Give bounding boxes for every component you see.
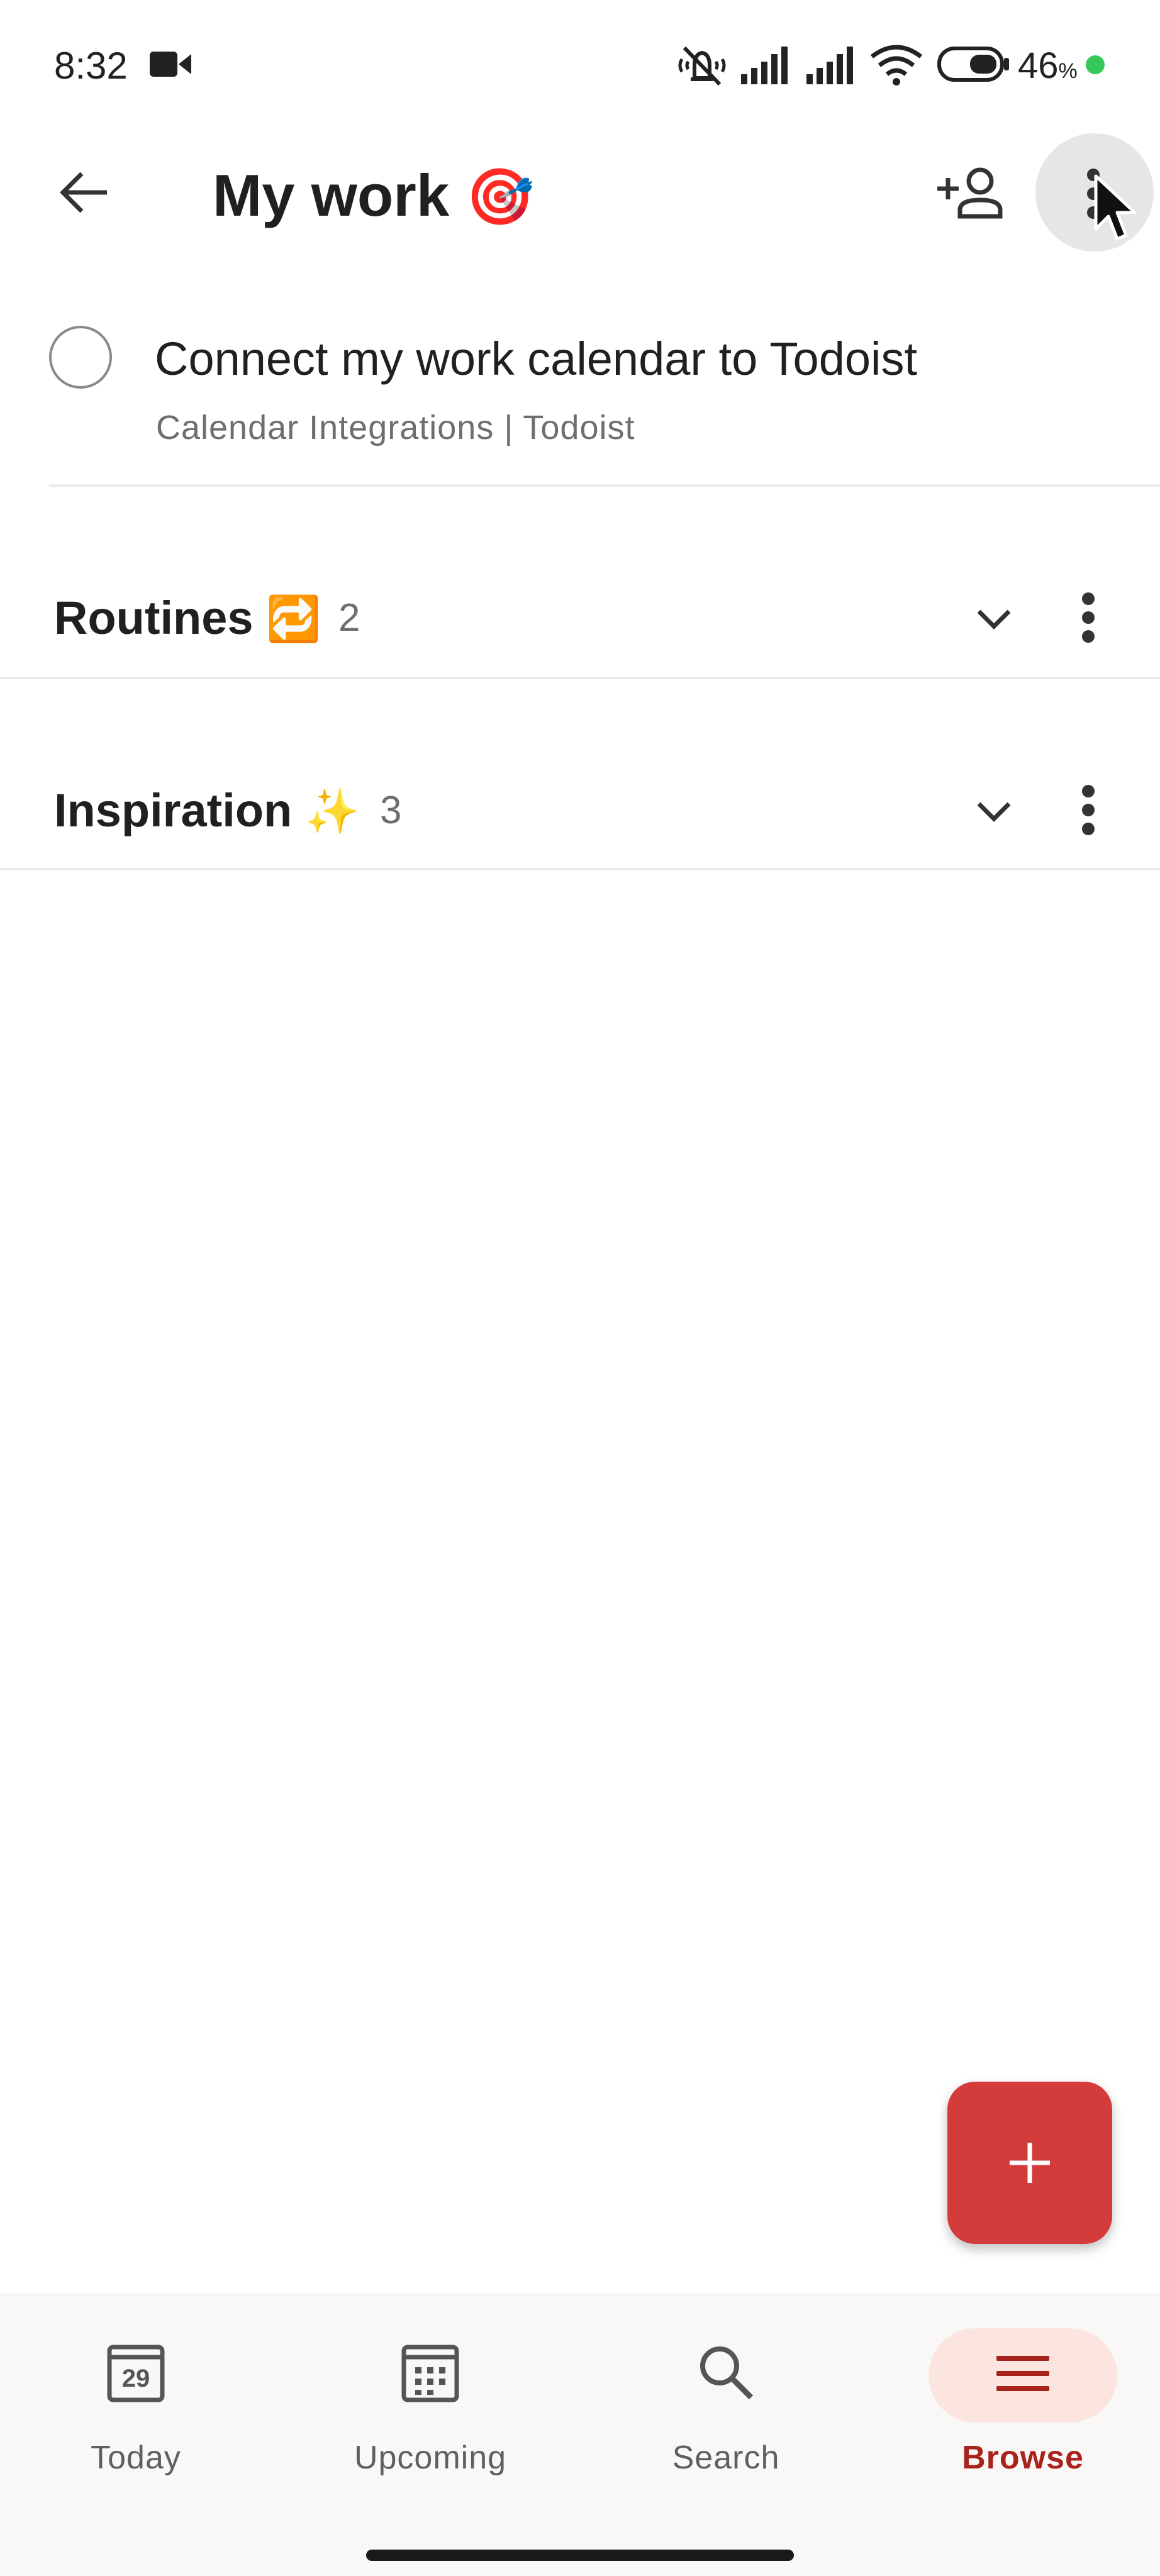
nav-item-upcoming[interactable]: Upcoming <box>304 2327 556 2503</box>
back-button[interactable] <box>44 148 123 236</box>
nav-item-today[interactable]: 29 Today <box>10 2327 262 2503</box>
charging-dot-icon <box>1086 55 1105 74</box>
section-count: 3 <box>380 789 402 832</box>
signal-icon <box>805 45 858 86</box>
back-arrow-icon <box>58 166 111 219</box>
divider <box>49 484 1160 487</box>
mouse-cursor-icon <box>1093 174 1139 244</box>
divider <box>0 868 1160 870</box>
add-person-icon <box>935 166 1005 219</box>
wifi-icon <box>869 43 923 86</box>
repeat-emoji: 🔁 <box>266 594 321 643</box>
menu-lines-icon <box>994 2352 1052 2396</box>
nav-item-search[interactable]: Search <box>600 2327 852 2503</box>
more-vertical-icon[interactable] <box>1081 591 1096 644</box>
nav-item-browse[interactable]: Browse <box>897 2327 1149 2503</box>
more-vertical-icon[interactable] <box>1081 784 1096 836</box>
add-collaborator-button[interactable] <box>926 148 1015 236</box>
chevron-down-icon[interactable] <box>974 797 1014 825</box>
battery-percent: 46% <box>1018 45 1078 86</box>
calendar-day-icon: 29 <box>107 2345 165 2402</box>
section-header-inspiration[interactable]: Inspiration ✨ 3 <box>0 765 1160 859</box>
calendar-grid-icon <box>401 2345 459 2402</box>
section-count: 2 <box>338 596 360 640</box>
divider <box>0 677 1160 679</box>
nav-label: Browse <box>962 2440 1084 2476</box>
section-title: Inspiration ✨ <box>54 784 360 836</box>
video-camera-icon <box>150 50 191 78</box>
calendar-day-number: 29 <box>121 2365 150 2392</box>
section-header-routines[interactable]: Routines 🔁 2 <box>0 572 1160 667</box>
nav-label: Upcoming <box>354 2440 507 2476</box>
mute-vibrate-icon <box>676 43 728 88</box>
plus-icon <box>1007 2140 1052 2185</box>
task-title[interactable]: Connect my work calendar to Todoist <box>155 332 917 386</box>
page-title: My work 🎯 <box>213 162 535 228</box>
nav-label: Search <box>672 2440 780 2476</box>
sparkles-emoji: ✨ <box>304 787 360 836</box>
nav-label: Today <box>91 2440 181 2476</box>
add-task-button[interactable] <box>947 2082 1112 2244</box>
chevron-down-icon[interactable] <box>974 605 1014 633</box>
task-checkbox[interactable] <box>49 326 112 389</box>
battery-icon <box>937 47 1010 82</box>
signal-icon <box>740 45 793 86</box>
status-time: 8:32 <box>54 45 128 87</box>
target-emoji: 🎯 <box>466 165 535 228</box>
section-title: Routines 🔁 <box>54 592 321 644</box>
task-project-label: Calendar Integrations | Todoist <box>156 409 635 447</box>
search-icon <box>697 2343 755 2401</box>
home-indicator[interactable] <box>366 2550 794 2561</box>
